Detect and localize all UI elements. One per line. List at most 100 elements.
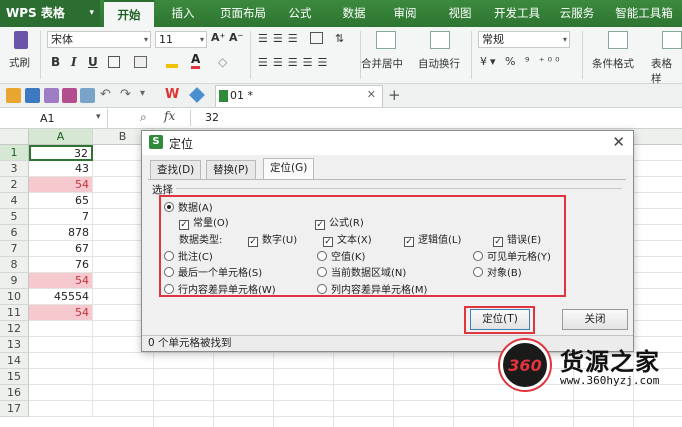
grid-cell[interactable]: 54 [29, 177, 93, 193]
decrease-font-icon[interactable]: A⁻ [229, 31, 243, 44]
grid-cell[interactable]: 54 [29, 305, 93, 321]
document-tab[interactable]: 01 * ✕ [215, 85, 383, 107]
font-size-select[interactable]: 11 ▾ [155, 31, 207, 48]
function-icon[interactable]: fx [164, 109, 175, 123]
radio-last-cell[interactable]: 最后一个单元格(S) [164, 264, 262, 279]
radio-blanks[interactable]: 空值(K) [317, 248, 365, 263]
search-icon[interactable]: ⌕ [140, 110, 147, 125]
tab-find[interactable]: 查找(D) [150, 160, 202, 180]
tab-formulas[interactable]: 公式 [280, 0, 320, 27]
merge-icon[interactable] [134, 56, 147, 68]
merge-center-icon[interactable] [376, 31, 396, 49]
border-icon[interactable] [108, 56, 120, 68]
checkbox-formula[interactable]: ✓ 公式(R) [315, 214, 364, 230]
wrap-text-button[interactable]: 自动换行 [418, 56, 460, 71]
row-header[interactable]: 12 [0, 321, 29, 337]
fill-color-icon[interactable] [166, 56, 178, 68]
checkbox-error[interactable]: ✓ 错误(E) [493, 231, 541, 247]
row-header[interactable]: 7 [0, 241, 29, 257]
grid-cell[interactable] [29, 321, 93, 337]
tab-smart-tools[interactable]: 智能工具箱 [606, 0, 682, 27]
number-format-buttons[interactable]: ¥▾ % ⁹ ⁺⁰⁰ [480, 55, 563, 68]
redo-icon[interactable]: ↷ [120, 87, 131, 102]
app-menu-button[interactable]: WPS 表格 ▾ [0, 0, 100, 27]
table-style-button[interactable]: 表格样 [651, 56, 682, 86]
format-painter-button[interactable]: 式刷 [9, 55, 30, 70]
radio-col-diff[interactable]: 列内容差异单元格(M) [317, 281, 427, 296]
row-header[interactable]: 9 [0, 273, 29, 289]
tab-developer[interactable]: 开发工具 [487, 0, 547, 27]
grid-cell[interactable]: 67 [29, 241, 93, 257]
print-icon[interactable] [62, 88, 77, 103]
row-header[interactable]: 3 [0, 161, 29, 177]
grid-cell[interactable] [29, 401, 93, 417]
italic-icon[interactable]: I [71, 55, 77, 69]
row-header[interactable]: 4 [0, 193, 29, 209]
close-button[interactable]: 关闭 [562, 309, 628, 330]
increase-font-icon[interactable]: A⁺ [211, 31, 225, 44]
row-header[interactable]: 6 [0, 225, 29, 241]
row-header[interactable]: 5 [0, 209, 29, 225]
save-icon[interactable] [25, 88, 40, 103]
font-color-icon[interactable]: A [191, 53, 201, 69]
underline-icon[interactable]: U [88, 55, 98, 69]
table-style-icon[interactable] [662, 31, 682, 49]
open-icon[interactable] [6, 88, 21, 103]
checkbox-number[interactable]: ✓ 数字(U) [248, 231, 297, 247]
row-header[interactable]: 1 [0, 145, 29, 161]
conditional-format-button[interactable]: 条件格式 [592, 56, 634, 71]
grid-cell[interactable] [29, 385, 93, 401]
font-name-select[interactable]: 宋体 ▾ [47, 31, 151, 48]
conditional-format-icon[interactable] [608, 31, 628, 49]
preview-icon[interactable] [80, 88, 95, 103]
close-icon[interactable]: ✕ [367, 88, 376, 101]
tab-review[interactable]: 审阅 [385, 0, 425, 27]
row-header[interactable]: 17 [0, 401, 29, 417]
tab-view[interactable]: 视图 [440, 0, 480, 27]
grid-cell[interactable] [29, 353, 93, 369]
grid-cell[interactable]: 43 [29, 161, 93, 177]
tab-home[interactable]: 开始 [104, 0, 154, 27]
radio-visible-cells[interactable]: 可见单元格(Y) [473, 248, 551, 263]
customize-icon[interactable]: ▾ [140, 88, 145, 99]
wrap-text-icon[interactable] [430, 31, 450, 49]
row-header[interactable]: 10 [0, 289, 29, 305]
radio-objects[interactable]: 对象(B) [473, 264, 522, 279]
grid-cell[interactable]: 45554 [29, 289, 93, 305]
grid-cell[interactable]: 76 [29, 257, 93, 273]
grid-cell[interactable]: 54 [29, 273, 93, 289]
select-all-corner[interactable] [0, 129, 29, 145]
checkbox-constant[interactable]: ✓ 常量(O) [179, 214, 229, 230]
tab-data[interactable]: 数据 [334, 0, 374, 27]
radio-row-diff[interactable]: 行内容差异单元格(W) [164, 281, 276, 296]
grid-cell[interactable]: 65 [29, 193, 93, 209]
radio-current-region[interactable]: 当前数据区域(N) [317, 264, 406, 279]
tab-page-layout[interactable]: 页面布局 [212, 0, 274, 27]
row-header[interactable]: 8 [0, 257, 29, 273]
goto-button[interactable]: 定位(T) [470, 309, 530, 330]
cube-icon[interactable] [189, 87, 205, 103]
clear-format-icon[interactable]: ◇ [218, 55, 227, 69]
h-align-buttons[interactable]: ☰☰☰☰☰ [258, 56, 332, 69]
grid-cell[interactable] [29, 369, 93, 385]
chevron-down-icon[interactable]: ▾ [96, 112, 101, 122]
column-header[interactable]: A [29, 129, 93, 145]
tab-cloud[interactable]: 云服务 [553, 0, 601, 27]
active-cell[interactable]: 32 [29, 145, 93, 161]
number-format-select[interactable]: 常规 ▾ [478, 31, 570, 48]
format-painter-icon[interactable] [14, 31, 28, 49]
grid-cell[interactable]: 7 [29, 209, 93, 225]
undo-icon[interactable]: ↶ [100, 87, 111, 102]
wps-logo-icon[interactable]: W [165, 87, 179, 102]
align-buttons[interactable]: ☰☰☰ [258, 32, 303, 45]
checkbox-text[interactable]: ✓ 文本(X) [323, 231, 372, 247]
tab-insert[interactable]: 插入 [160, 0, 206, 27]
formula-input[interactable]: 32 [205, 111, 219, 124]
grid-cell[interactable] [29, 337, 93, 353]
export-pdf-icon[interactable] [44, 88, 59, 103]
row-header[interactable]: 14 [0, 353, 29, 369]
checkbox-icon[interactable] [310, 32, 323, 44]
grid-cell[interactable]: 878 [29, 225, 93, 241]
radio-data[interactable]: 数据(A) [164, 199, 213, 214]
add-tab-icon[interactable]: + [388, 86, 401, 104]
